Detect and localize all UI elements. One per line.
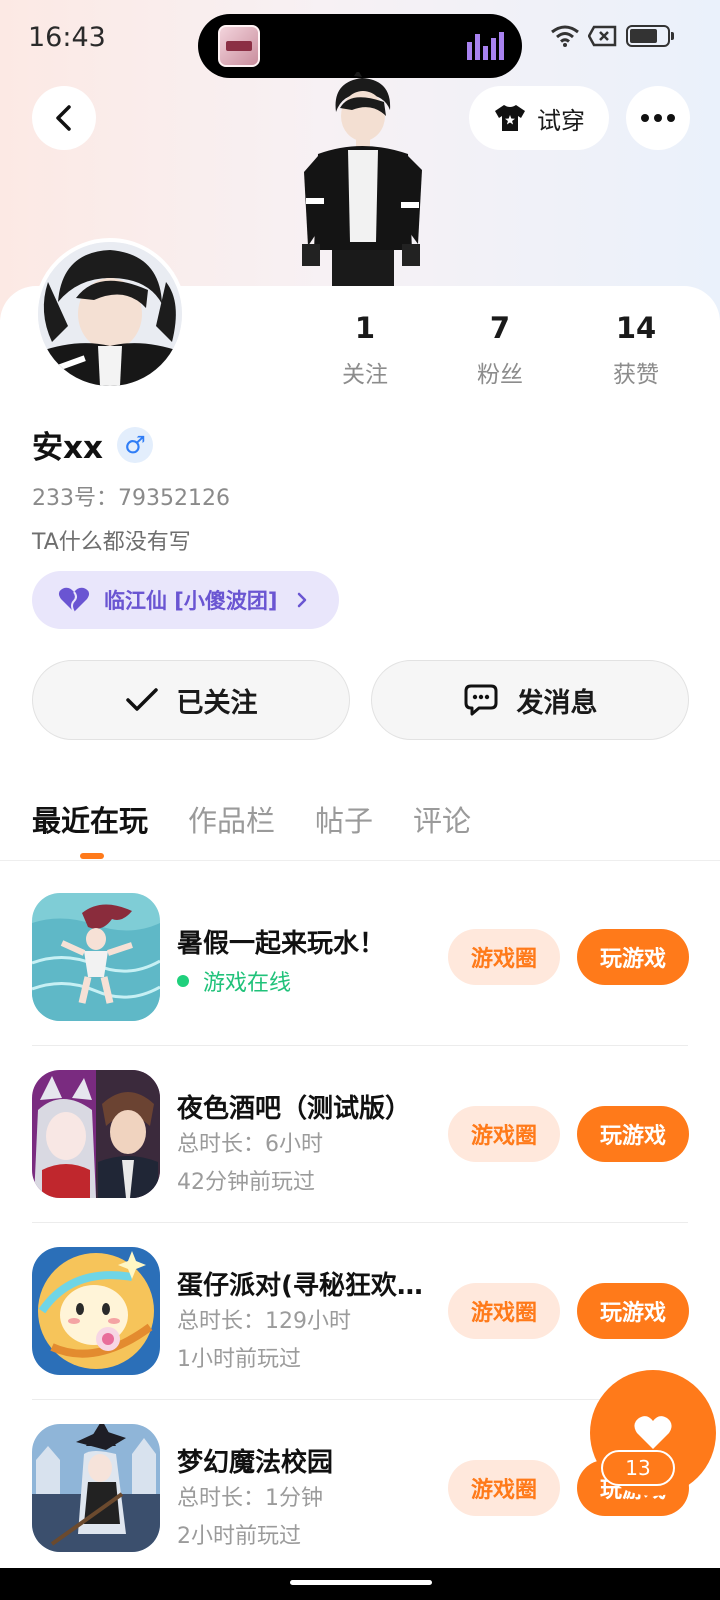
tab-comments[interactable]: 评论 (413, 798, 471, 840)
send-message-button[interactable]: 发消息 (371, 660, 689, 740)
stat-following[interactable]: 1 关注 (305, 311, 425, 389)
following-label: 关注 (342, 362, 388, 388)
game-title: 夜色酒吧（测试版） (177, 1094, 412, 1124)
game-icon-bar (32, 1070, 160, 1198)
game-icon-eggy-party (32, 1247, 160, 1375)
game-total-duration: 总时长：129小时 (177, 1309, 351, 1334)
game-last-played: 1小时前玩过 (177, 1347, 301, 1372)
chevron-left-icon (56, 105, 71, 131)
active-tab-indicator (80, 853, 104, 859)
game-list-item[interactable]: 夜色酒吧（测试版） 总时长：6小时 42分钟前玩过 游戏圈 玩游戏 (32, 1070, 689, 1247)
tab-recent-play[interactable]: 最近在玩 (32, 798, 148, 840)
likes-label: 获赞 (613, 362, 659, 388)
more-dots-icon (641, 114, 675, 122)
game-circle-button[interactable]: 游戏圈 (448, 1460, 560, 1516)
battery-icon (626, 25, 674, 47)
play-game-button[interactable]: 玩游戏 (577, 1283, 689, 1339)
gender-badge: ♂ (117, 426, 153, 463)
followed-button[interactable]: 已关注 (32, 660, 350, 740)
chat-bubble-icon (464, 684, 497, 716)
game-total-duration: 总时长：6小时 (177, 1132, 323, 1157)
following-count: 1 (354, 311, 376, 345)
heart-icon (634, 1416, 672, 1449)
game-circle-button[interactable]: 游戏圈 (448, 1283, 560, 1339)
row-divider (32, 1045, 688, 1046)
name-row: 安xx ♂ (32, 422, 153, 467)
try-on-label: 试穿 (537, 106, 585, 135)
check-icon (125, 688, 158, 711)
play-game-button[interactable]: 玩游戏 (577, 929, 689, 985)
chevron-right-icon (297, 592, 306, 608)
game-circle-button[interactable]: 游戏圈 (448, 929, 560, 985)
play-game-button[interactable]: 玩游戏 (577, 1106, 689, 1162)
game-icon-magic-school (32, 1424, 160, 1552)
system-navigation-bar (0, 1568, 720, 1600)
stat-followers[interactable]: 7 粉丝 (440, 311, 560, 389)
tab-posts[interactable]: 帖子 (315, 798, 373, 840)
shirt-icon (495, 105, 525, 131)
stat-likes[interactable]: 14 获赞 (576, 311, 696, 389)
status-time: 16:43 (28, 22, 106, 53)
character-figure-image (302, 72, 422, 290)
row-divider (32, 1399, 688, 1400)
followers-label: 粉丝 (477, 362, 523, 388)
profile-tabs: 最近在玩 作品栏 帖子 评论 (32, 798, 471, 840)
likes-count: 14 (615, 311, 657, 345)
send-message-label: 发消息 (516, 687, 598, 719)
game-title: 梦幻魔法校园 (177, 1448, 334, 1478)
tabs-divider (0, 860, 720, 861)
game-list-item[interactable]: 蛋仔派对(寻秘狂欢… 总时长：129小时 1小时前玩过 游戏圈 玩游戏 (32, 1247, 689, 1424)
more-options-button[interactable] (626, 86, 690, 150)
game-last-played: 2小时前玩过 (177, 1524, 301, 1549)
user-id: 233号：79352126 (32, 486, 230, 511)
try-on-button[interactable]: 试穿 (469, 86, 609, 150)
game-online-status: 游戏在线 (177, 965, 291, 997)
online-dot-icon (177, 975, 189, 987)
sim-off-icon (588, 25, 617, 47)
followers-count: 7 (489, 311, 511, 345)
user-bio: TA什么都没有写 (32, 530, 191, 555)
game-title: 蛋仔派对(寻秘狂欢… (177, 1271, 423, 1301)
game-last-played: 42分钟前玩过 (177, 1170, 315, 1195)
user-avatar[interactable] (34, 238, 186, 390)
online-status-text: 游戏在线 (203, 971, 292, 996)
game-circle-button[interactable]: 游戏圈 (448, 1106, 560, 1162)
avatar-image (38, 242, 182, 386)
user-name: 安xx (32, 430, 103, 466)
row-divider (32, 1222, 688, 1223)
equalizer-icon (467, 32, 504, 60)
tab-works[interactable]: 作品栏 (188, 798, 275, 840)
game-list-item[interactable]: 暑假一起来玩水！ 游戏在线 游戏圈 玩游戏 (32, 893, 689, 1070)
game-total-duration: 总时长：1分钟 (177, 1486, 323, 1511)
wifi-icon (551, 25, 579, 47)
heart-icon (58, 587, 90, 613)
game-title: 暑假一起来玩水！ (177, 929, 386, 959)
guild-badge[interactable]: 临江仙 [小傻波团] (32, 571, 339, 629)
followed-label: 已关注 (176, 687, 258, 719)
status-bar: 16:43 (0, 0, 720, 78)
status-icons (550, 24, 674, 48)
home-indicator[interactable] (290, 1580, 432, 1585)
now-playing-app-icon (218, 25, 260, 67)
like-count-badge: 13 (601, 1450, 675, 1486)
back-button[interactable] (32, 86, 96, 150)
game-icon-water (32, 893, 160, 1021)
dynamic-island[interactable] (198, 14, 522, 78)
male-icon: ♂ (124, 430, 146, 459)
guild-label: 临江仙 [小傻波团] (104, 589, 278, 613)
